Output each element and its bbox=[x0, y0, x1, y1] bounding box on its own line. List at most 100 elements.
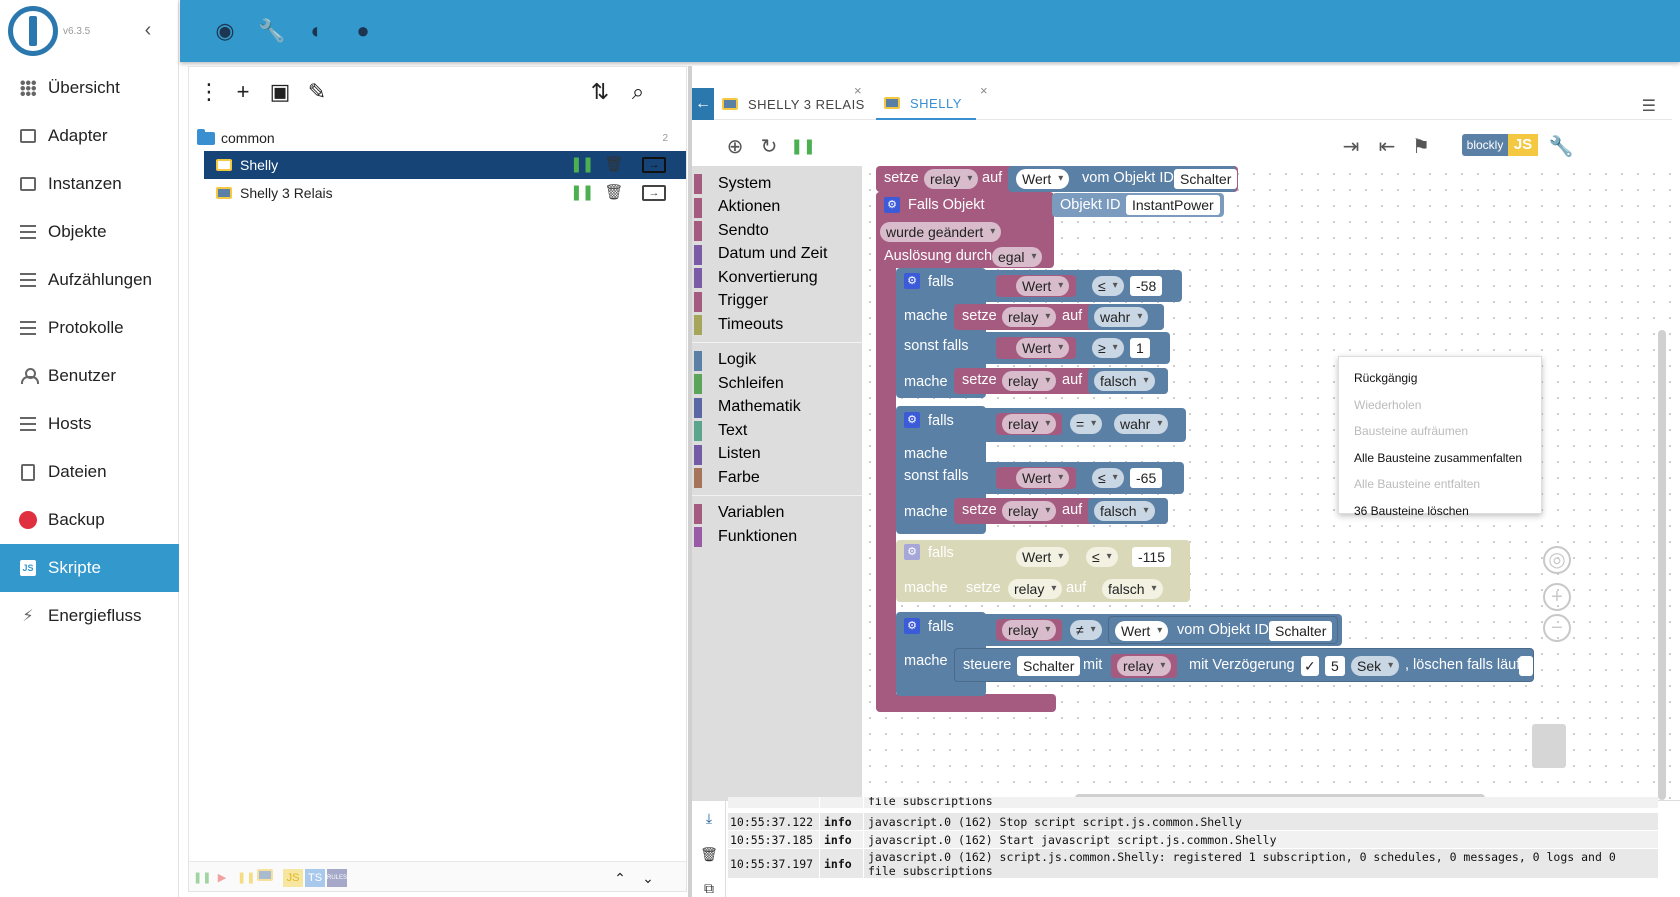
block-bool-2[interactable]: falsch bbox=[1088, 368, 1168, 394]
block-wert-3[interactable]: Wert bbox=[996, 467, 1076, 489]
toolbox-category[interactable]: System bbox=[692, 172, 862, 196]
toolbox-category[interactable]: Variablen bbox=[692, 502, 862, 526]
block-wert-2[interactable]: Wert bbox=[996, 337, 1076, 359]
tree-item-shelly[interactable]: Shelly ❚❚ 🗑 → bbox=[204, 151, 686, 179]
sort-button[interactable]: ⇅ bbox=[587, 79, 613, 105]
mode-switch[interactable]: blockly JS bbox=[1462, 134, 1538, 156]
tree-item-shelly-3-relais[interactable]: Shelly 3 Relais ❚❚ 🗑 → bbox=[204, 179, 686, 207]
close-icon[interactable]: × bbox=[980, 83, 988, 98]
operator-dropdown[interactable]: ≤ bbox=[1086, 547, 1118, 567]
mode-blockly[interactable]: blockly bbox=[1462, 134, 1508, 156]
delete-icon[interactable]: 🗑 bbox=[604, 155, 624, 175]
delete-icon[interactable]: 🗑 bbox=[604, 183, 624, 203]
expert-mode-icon[interactable]: ● bbox=[350, 18, 376, 44]
tab-shelly-3-relais[interactable]: SHELLY 3 RELAIS × bbox=[722, 83, 865, 120]
expand-all-icon[interactable]: ⌄ bbox=[641, 869, 655, 887]
block-compare-5[interactable]: relay ≠ Wert vom Objekt ID Schalter bbox=[980, 614, 1342, 646]
pause-icon[interactable]: ❚❚ bbox=[570, 155, 594, 175]
pause-icon[interactable]: ❚❚ bbox=[570, 183, 594, 203]
block-setze-top[interactable]: setze relay auf Wert vom Objekt ID Schal… bbox=[876, 166, 1238, 192]
variable-dropdown[interactable]: relay bbox=[1002, 371, 1057, 391]
delay-checkbox[interactable]: ✓ bbox=[1301, 656, 1319, 676]
brightness-icon[interactable]: ◐ bbox=[304, 18, 330, 44]
toolbox-category[interactable]: Schleifen bbox=[692, 372, 862, 396]
block-bool-3[interactable]: wahr bbox=[1108, 410, 1184, 438]
blockly-filter-icon[interactable] bbox=[257, 869, 277, 887]
add-folder-button[interactable]: ▣ bbox=[267, 79, 293, 105]
sidebar-item-instanzen[interactable]: Instanzen bbox=[0, 160, 179, 208]
block-wert-1[interactable]: Wert bbox=[996, 275, 1076, 297]
block-relay-get[interactable]: relay bbox=[996, 413, 1062, 435]
operator-dropdown[interactable]: = bbox=[1070, 414, 1103, 434]
ctx-collapse-all[interactable]: Alle Bausteine zusammenfalten bbox=[1339, 445, 1541, 472]
zoom-out-icon[interactable]: − bbox=[1543, 614, 1571, 642]
back-arrow-icon[interactable]: ← bbox=[692, 88, 714, 120]
toolbox-category[interactable]: Mathematik bbox=[692, 396, 862, 420]
block-relay-get-3[interactable]: relay bbox=[1111, 654, 1177, 678]
toolbox-category[interactable]: Sendto bbox=[692, 219, 862, 243]
object-id-field[interactable]: Schalter bbox=[1017, 656, 1081, 676]
bool-dropdown[interactable]: falsch bbox=[1102, 579, 1163, 599]
unit-dropdown[interactable]: Sek bbox=[1351, 656, 1400, 676]
block-setze-3[interactable]: setze relay auf falsch bbox=[954, 498, 1168, 524]
bool-dropdown[interactable]: wahr bbox=[1114, 414, 1169, 434]
block-objekt-id[interactable]: Objekt ID InstantPower bbox=[1052, 193, 1224, 217]
tree-folder-common[interactable]: common 2 bbox=[189, 125, 686, 151]
toolbox-category[interactable]: Funktionen bbox=[692, 525, 862, 549]
block-bool-4[interactable]: falsch bbox=[1088, 498, 1168, 524]
pause-filter-icon[interactable]: ❚❚ bbox=[193, 869, 211, 887]
tab-shelly[interactable]: SHELLY × bbox=[876, 83, 988, 120]
block-relay-get-2[interactable]: relay bbox=[996, 619, 1062, 641]
collapse-sidebar-button[interactable]: ‹ bbox=[138, 20, 158, 40]
number-field[interactable]: -65 bbox=[1130, 468, 1163, 488]
wert-dropdown[interactable]: Wert bbox=[1016, 338, 1070, 358]
mode-js[interactable]: JS bbox=[1508, 134, 1538, 156]
variable-dropdown[interactable]: relay bbox=[1002, 620, 1057, 640]
sidebar-item-benutzer[interactable]: Benutzer bbox=[0, 352, 179, 400]
trigger-type-dropdown[interactable]: wurde geändert bbox=[880, 222, 1002, 242]
block-bool-1[interactable]: wahr bbox=[1088, 304, 1164, 330]
export-blocks-icon[interactable]: ⇥ bbox=[1338, 134, 1364, 160]
close-icon[interactable]: × bbox=[854, 83, 862, 98]
export-icon[interactable]: → bbox=[642, 185, 666, 201]
wert-dropdown[interactable]: Wert bbox=[1115, 621, 1169, 641]
toolbox-category[interactable]: Trigger bbox=[692, 290, 862, 314]
bool-dropdown[interactable]: falsch bbox=[1094, 371, 1155, 391]
operator-dropdown[interactable]: ≠ bbox=[1070, 620, 1102, 640]
bool-dropdown[interactable]: falsch bbox=[1094, 501, 1155, 521]
operator-dropdown[interactable]: ≤ bbox=[1092, 468, 1124, 488]
wert-dropdown[interactable]: Wert bbox=[1016, 169, 1070, 189]
ts-filter-icon[interactable]: TS bbox=[305, 869, 325, 887]
gear-icon[interactable]: ⚙ bbox=[904, 618, 920, 634]
add-script-button[interactable]: + bbox=[230, 79, 256, 105]
wert-dropdown[interactable]: Wert bbox=[1016, 547, 1070, 567]
search-icon[interactable]: ⌕ bbox=[625, 79, 651, 105]
toolbox-category[interactable]: Farbe bbox=[692, 466, 862, 490]
object-id-field[interactable]: InstantPower bbox=[1126, 195, 1220, 215]
variable-dropdown[interactable]: relay bbox=[1002, 414, 1057, 434]
number-field[interactable]: 1 bbox=[1130, 338, 1150, 358]
pause-icon[interactable]: ❚❚ bbox=[790, 134, 816, 160]
more-vert-icon[interactable]: ⋮ bbox=[196, 79, 222, 105]
variable-dropdown[interactable]: relay bbox=[924, 169, 979, 189]
pause-yellow-filter-icon[interactable]: ❚❚ bbox=[237, 869, 255, 887]
toolbox-category[interactable]: Aktionen bbox=[692, 196, 862, 220]
ctx-undo[interactable]: Rückgängig bbox=[1339, 365, 1541, 392]
sidebar-item-uebersicht[interactable]: Übersicht bbox=[0, 64, 179, 112]
gear-icon[interactable]: ⚙ bbox=[904, 273, 920, 289]
toolbox-category[interactable]: Listen bbox=[692, 443, 862, 467]
sidebar-item-energiefluss[interactable]: ⚡ Energiefluss bbox=[0, 592, 179, 640]
trash-icon[interactable] bbox=[1532, 724, 1566, 768]
object-id-field[interactable]: Schalter bbox=[1174, 169, 1238, 189]
blockly-workspace[interactable]: setze relay auf Wert vom Objekt ID Schal… bbox=[862, 166, 1672, 816]
sidebar-item-adapter[interactable]: Adapter bbox=[0, 112, 179, 160]
variable-dropdown[interactable]: relay bbox=[1002, 307, 1057, 327]
toolbox-category[interactable]: Konvertierung bbox=[692, 266, 862, 290]
block-wert-vom-objekt-2[interactable]: Wert vom Objekt ID Schalter bbox=[1108, 616, 1338, 644]
variable-dropdown[interactable]: relay bbox=[1008, 579, 1063, 599]
block-steuere[interactable]: steuere Schalter mit relay mit Verzögeru… bbox=[954, 648, 1534, 682]
zoom-in-icon[interactable]: + bbox=[1543, 583, 1571, 611]
export-icon[interactable]: → bbox=[642, 157, 666, 173]
variable-dropdown[interactable]: relay bbox=[1117, 656, 1172, 676]
operator-dropdown[interactable]: ≤ bbox=[1092, 276, 1124, 296]
